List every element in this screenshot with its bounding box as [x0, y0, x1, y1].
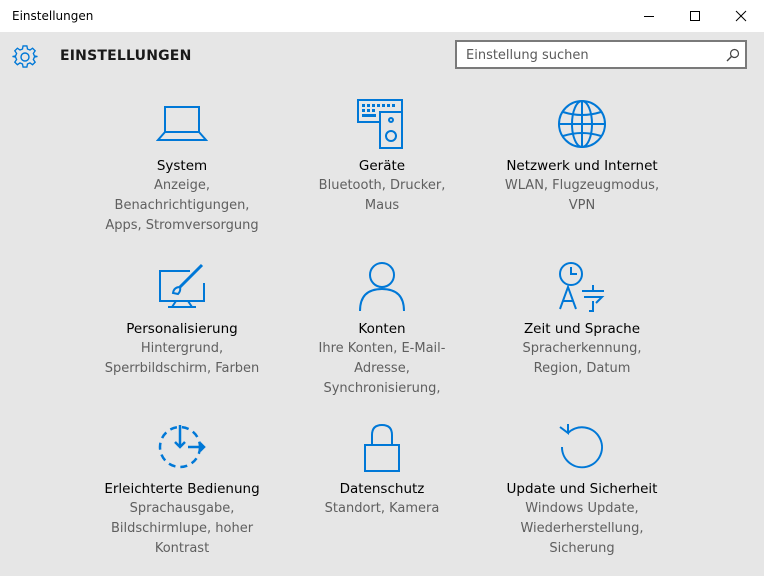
page-title: EINSTELLUNGEN [60, 48, 192, 64]
tile-description: Sprachausgabe, Bildschirmlupe, hoher Kon… [110, 501, 254, 556]
tile-name: Erleichterte Bedienung [104, 481, 260, 497]
tile-privacy[interactable]: Datenschutz Standort, Kamera [282, 421, 482, 519]
devices-icon [357, 99, 403, 149]
tile-devices[interactable]: Geräte Bluetooth, Drucker, Maus [282, 98, 482, 216]
tile-name: Zeit und Sprache [523, 321, 641, 337]
maximize-icon [690, 11, 700, 21]
tile-description: Hintergrund, Sperrbildschirm, Farben [104, 341, 260, 376]
personalization-icon [159, 263, 205, 308]
refresh-icon [559, 424, 603, 469]
tile-description: Windows Update, Wiederherstellung, Siche… [520, 501, 644, 556]
tile-ease-of-access[interactable]: Erleichterte Bedienung Sprachausgabe, Bi… [82, 421, 282, 559]
ease-of-access-icon [158, 425, 206, 469]
search-input[interactable] [466, 46, 726, 64]
tile-name: Personalisierung [126, 321, 238, 337]
tile-description: Bluetooth, Drucker, Maus [318, 178, 446, 213]
person-icon [359, 262, 405, 312]
tile-system[interactable]: System Anzeige, Benachrichtigungen, Apps… [82, 98, 282, 236]
tile-description: Standort, Kamera [324, 501, 440, 516]
close-icon [735, 10, 747, 22]
tile-description: Anzeige, Benachrichtigungen, Apps, Strom… [105, 178, 259, 233]
time-language-icon [559, 262, 605, 312]
minimize-icon [644, 16, 654, 17]
search-box[interactable] [455, 40, 747, 69]
tile-name: Datenschutz [339, 481, 425, 497]
globe-icon [558, 100, 606, 148]
tile-personalization[interactable]: Personalisierung Hintergrund, Sperrbilds… [82, 261, 282, 379]
tile-name: Update und Sicherheit [506, 481, 658, 497]
gear-icon [12, 45, 38, 68]
tile-time-language[interactable]: Zeit und Sprache Spracherkennung, Region… [482, 261, 682, 379]
tile-name: Geräte [358, 158, 406, 174]
search-icon[interactable] [725, 47, 741, 63]
tile-description: Ihre Konten, E-Mail- Adresse, Synchronis… [318, 341, 446, 396]
title-bar: Einstellungen [0, 0, 764, 32]
lock-icon [364, 423, 400, 472]
tile-name: Netzwerk und Internet [506, 158, 658, 174]
tile-accounts[interactable]: Konten Ihre Konten, E-Mail- Adresse, Syn… [282, 261, 482, 399]
minimize-button[interactable] [626, 0, 672, 32]
settings-header: EINSTELLUNGEN [0, 32, 764, 82]
tile-network[interactable]: Netzwerk und Internet WLAN, Flugzeugmodu… [482, 98, 682, 216]
laptop-icon [156, 106, 208, 141]
tile-description: Spracherkennung, Region, Datum [522, 341, 642, 376]
close-button[interactable] [718, 0, 764, 32]
window-title: Einstellungen [12, 9, 94, 23]
tile-name: System [156, 158, 208, 174]
maximize-button[interactable] [672, 0, 718, 32]
tile-name: Konten [358, 321, 406, 337]
tile-update-security[interactable]: Update und Sicherheit Windows Update, Wi… [482, 421, 682, 559]
tile-description: WLAN, Flugzeugmodus, VPN [504, 178, 660, 213]
